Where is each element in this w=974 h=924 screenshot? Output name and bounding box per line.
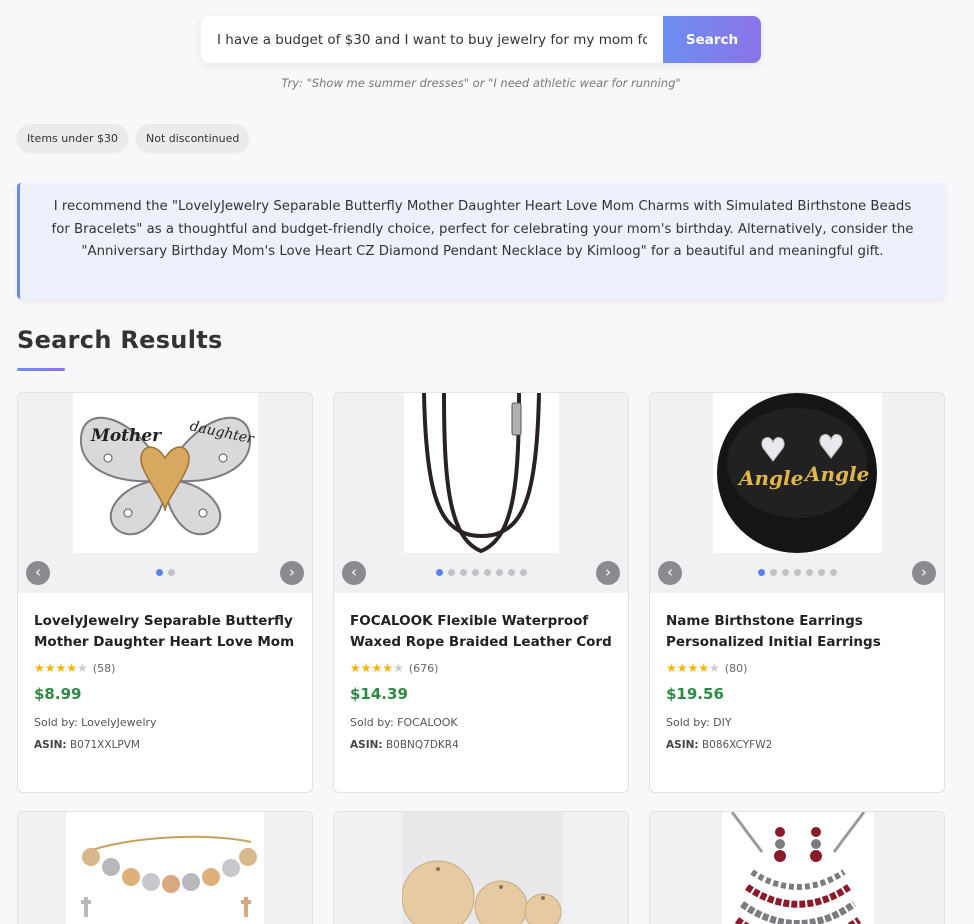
product-card[interactable]: [17, 811, 313, 924]
product-image-carousel: [334, 812, 628, 924]
product-price: $14.39: [350, 685, 408, 703]
product-asin: ASIN: B086XCYFW2: [666, 739, 928, 751]
mother-engraving: Mother: [90, 426, 162, 446]
product-title[interactable]: Name Birthstone Earrings Personalized In…: [666, 611, 928, 653]
star-icon: ★★★★★: [666, 661, 720, 675]
star-icon: ★★★★★: [34, 661, 88, 675]
search-input[interactable]: [201, 16, 663, 63]
product-rating: ★★★★★ (80): [666, 661, 928, 675]
product-image-carousel: Mother daughter ‹ ›: [18, 393, 312, 593]
product-image[interactable]: [404, 393, 559, 553]
asin-label: ASIN:: [666, 739, 699, 751]
asin-value: B0BNQ7DKR4: [385, 739, 459, 751]
seller-name: FOCALOOK: [397, 716, 458, 729]
product-title[interactable]: LovelyJewelry Separable Butterfly Mother…: [34, 611, 296, 653]
product-card[interactable]: [649, 811, 945, 924]
chevron-right-icon[interactable]: ›: [280, 561, 304, 585]
asin-value: B071XXLPVM: [69, 739, 140, 751]
carousel-dot[interactable]: [447, 569, 455, 576]
product-image[interactable]: Mother daughter: [73, 393, 258, 553]
product-card[interactable]: Angle Angle ‹ › Name Birthstone Earrings…: [649, 392, 945, 793]
carousel-dot[interactable]: [757, 569, 765, 576]
product-seller: Sold by: FOCALOOK: [350, 716, 612, 729]
chevron-right-icon[interactable]: ›: [912, 561, 936, 585]
carousel-dot[interactable]: [805, 569, 813, 576]
review-count: (80): [724, 661, 748, 675]
search-button[interactable]: Search: [663, 16, 761, 63]
chevron-right-icon[interactable]: ›: [596, 561, 620, 585]
carousel-dot[interactable]: [471, 569, 479, 576]
earring-name-right: Angle: [803, 462, 869, 486]
product-card[interactable]: Mother daughter ‹ › LovelyJewelry Separa…: [17, 392, 313, 793]
product-image[interactable]: [722, 812, 874, 924]
asin-value: B086XCYFW2: [701, 739, 773, 751]
carousel-dot[interactable]: [167, 569, 175, 576]
carousel-dot[interactable]: [507, 569, 515, 576]
seller-name: DIY: [713, 716, 732, 729]
product-seller: Sold by: DIY: [666, 716, 928, 729]
carousel-dot[interactable]: [781, 569, 789, 576]
product-image-carousel: [650, 812, 944, 924]
product-card[interactable]: ‹ › FOCALOOK Flexible Waterproof Waxed R…: [333, 392, 629, 793]
product-image-carousel: [18, 812, 312, 924]
carousel-dot[interactable]: [817, 569, 825, 576]
sold-by-label: Sold by:: [350, 716, 394, 729]
recommendation-text: I recommend the "LovelyJewelry Separable…: [51, 199, 914, 259]
carousel-dot[interactable]: [459, 569, 467, 576]
recommendation-box: I recommend the "LovelyJewelry Separable…: [17, 183, 945, 299]
product-seller: Sold by: LovelyJewelry: [34, 716, 296, 729]
product-price: $8.99: [34, 685, 82, 703]
carousel-dot[interactable]: [793, 569, 801, 576]
product-asin: ASIN: B0BNQ7DKR4: [350, 739, 612, 751]
carousel-dot[interactable]: [155, 569, 163, 576]
sold-by-label: Sold by:: [34, 716, 78, 729]
carousel-dot[interactable]: [483, 569, 491, 576]
product-title[interactable]: FOCALOOK Flexible Waterproof Waxed Rope …: [350, 611, 612, 653]
product-image-carousel: Angle Angle ‹ ›: [650, 393, 944, 593]
results-title: Search Results: [17, 326, 223, 354]
carousel-dot[interactable]: [495, 569, 503, 576]
product-card[interactable]: [333, 811, 629, 924]
product-image[interactable]: Angle Angle: [713, 393, 882, 553]
search-hint: Try: "Show me summer dresses" or "I need…: [281, 76, 681, 90]
asin-label: ASIN:: [350, 739, 383, 751]
product-rating: ★★★★★ (676): [350, 661, 612, 675]
search-bar: Search: [201, 16, 761, 63]
product-asin: ASIN: B071XXLPVM: [34, 739, 296, 751]
product-image-carousel: ‹ ›: [334, 393, 628, 593]
product-rating: ★★★★★ (58): [34, 661, 296, 675]
sold-by-label: Sold by:: [666, 716, 710, 729]
filter-chip-not-discontinued[interactable]: Not discontinued: [135, 124, 250, 152]
carousel-dot[interactable]: [519, 569, 527, 576]
product-image[interactable]: [402, 812, 562, 924]
earring-name-left: Angle: [737, 466, 803, 490]
product-image[interactable]: [66, 812, 264, 924]
carousel-dot[interactable]: [435, 569, 443, 576]
carousel-dots: [334, 569, 628, 576]
review-count: (58): [92, 661, 116, 675]
results-title-underline: [17, 368, 65, 371]
seller-name: LovelyJewelry: [81, 716, 157, 729]
star-icon: ★★★★★: [350, 661, 404, 675]
carousel-dot[interactable]: [829, 569, 837, 576]
carousel-dots: [650, 569, 944, 576]
asin-label: ASIN:: [34, 739, 67, 751]
review-count: (676): [408, 661, 439, 675]
filter-chip-under-30[interactable]: Items under $30: [17, 124, 128, 152]
filter-chips: Items under $30 Not discontinued: [17, 124, 250, 152]
carousel-dot[interactable]: [769, 569, 777, 576]
carousel-dots: [18, 569, 312, 576]
product-price: $19.56: [666, 685, 724, 703]
